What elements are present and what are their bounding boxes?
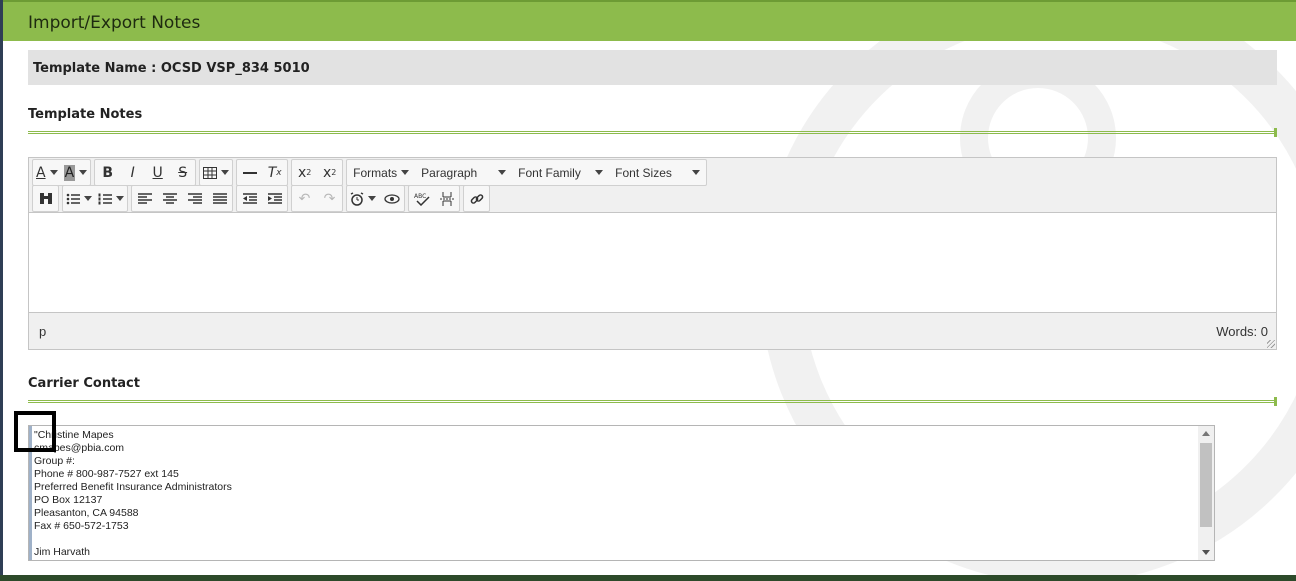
paragraph-dropdown[interactable]: Paragraph [415,161,512,185]
binoculars-icon [39,193,52,204]
bullet-list-button[interactable] [63,187,95,211]
italic-button[interactable]: I [120,161,145,185]
horizontal-rule-button[interactable] [237,161,262,185]
underline-button[interactable]: U [145,161,170,185]
superscript-button[interactable]: x2 [317,161,342,185]
scroll-thumb[interactable] [1200,443,1212,527]
footer-bar [0,575,1296,581]
carrier-contact-textarea[interactable]: "Christine Mapes cmapes@pbia.com Group #… [28,425,1215,561]
insert-datetime-button[interactable] [347,187,379,211]
carrier-contact-divider [28,397,1277,406]
formats-dropdown[interactable]: Formats [347,161,415,185]
template-name-label: Template Name : OCSD VSP_834 5010 [33,61,310,76]
link-icon [470,193,483,204]
outdent-icon [242,193,257,204]
undo-button[interactable]: ↶ [292,187,317,211]
redo-icon: ↷ [323,190,336,207]
focus-highlight-box [14,411,56,452]
bold-button[interactable]: B [95,161,120,185]
align-right-icon [187,193,202,204]
textarea-scrollbar[interactable] [1198,426,1214,560]
font-sizes-dropdown[interactable]: Font Sizes [609,161,706,185]
rich-text-editor: A A B I U S Tx x2 x2 Formats Paragraph F… [28,157,1277,350]
spellcheck-button[interactable]: ABC [409,187,434,211]
align-justify-button[interactable] [207,187,232,211]
numbered-list-button[interactable] [95,187,127,211]
clear-formatting-button[interactable]: Tx [262,161,287,185]
preview-button[interactable] [379,187,404,211]
align-left-icon [137,193,152,204]
svg-text:ABC: ABC [414,193,426,200]
page-header: Import/Export Notes [3,0,1296,41]
subscript-button[interactable]: x2 [292,161,317,185]
find-replace-button[interactable] [33,187,58,211]
redo-button[interactable]: ↷ [317,187,342,211]
outdent-button[interactable] [237,187,262,211]
align-right-button[interactable] [182,187,207,211]
bullet-list-icon [66,193,80,204]
alarm-clock-icon [350,191,364,206]
left-edge-strip [0,0,3,581]
template-name-bar: Template Name : OCSD VSP_834 5010 [28,50,1277,85]
scroll-up-arrow-icon[interactable] [1202,431,1210,436]
font-family-dropdown[interactable]: Font Family [512,161,609,185]
element-path[interactable]: p [39,324,46,339]
undo-icon: ↶ [298,190,311,207]
template-notes-divider [28,128,1277,137]
align-center-button[interactable] [157,187,182,211]
editor-toolbar: A A B I U S Tx x2 x2 Formats Paragraph F… [29,158,1276,213]
align-justify-icon [212,193,227,204]
carrier-contact-text: "Christine Mapes cmapes@pbia.com Group #… [34,429,232,558]
page-break-icon [439,191,454,206]
insert-link-button[interactable] [464,187,489,211]
editor-content-area[interactable] [29,213,1276,313]
word-count: Words: 0 [1216,324,1268,339]
text-color-button[interactable]: A [33,161,61,185]
background-color-button[interactable]: A [61,161,91,185]
carrier-contact-title: Carrier Contact [28,376,140,391]
table-button[interactable] [200,161,232,185]
indent-icon [267,193,282,204]
editor-statusbar: p Words: 0 [29,312,1276,349]
scroll-down-arrow-icon[interactable] [1202,550,1210,555]
align-center-icon [162,193,177,204]
strikethrough-button[interactable]: S [170,161,195,185]
page-title: Import/Export Notes [28,13,201,33]
resize-handle[interactable] [1267,340,1275,348]
indent-button[interactable] [262,187,287,211]
template-notes-title: Template Notes [28,107,143,122]
spellcheck-icon: ABC [414,193,430,206]
align-left-button[interactable] [132,187,157,211]
eye-icon [383,193,400,204]
numbered-list-icon [98,193,112,204]
page-break-button[interactable] [434,187,459,211]
table-icon [203,166,218,179]
